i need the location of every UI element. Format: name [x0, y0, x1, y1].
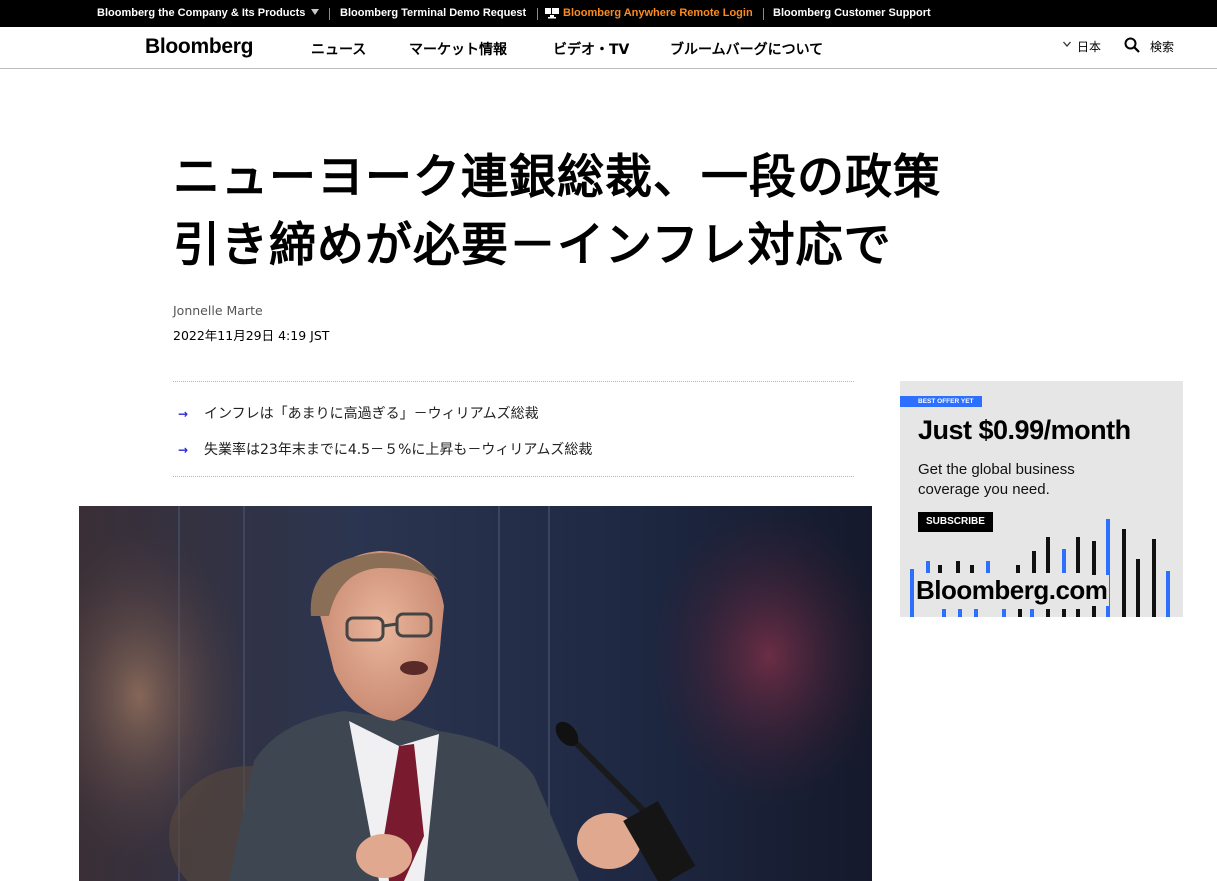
customer-support-link[interactable]: Bloomberg Customer Support [773, 0, 931, 27]
bullet-text: 失業率は23年末までに4.5－５%に上昇も－ウィリアムズ総裁 [204, 442, 593, 458]
nav-video-tv[interactable]: ビデオ・TV [553, 39, 629, 59]
terminal-demo-link[interactable]: Bloomberg Terminal Demo Request [340, 0, 526, 27]
caret-down-icon [311, 9, 320, 15]
top-utility-bar: Bloomberg the Company & Its Products Blo… [0, 0, 1217, 27]
ad-copy: Get the global business coverage you nee… [918, 461, 1075, 498]
company-products-link[interactable]: Bloomberg the Company & Its Products [97, 0, 320, 27]
author-byline[interactable]: Jonnelle Marte [173, 303, 263, 318]
article-hero-image [79, 506, 872, 881]
arrow-right-icon: → [178, 407, 189, 421]
anywhere-login-link[interactable]: Bloomberg Anywhere Remote Login [563, 0, 753, 27]
headline-line-2: 引き締めが必要－インフレ対応で [173, 218, 892, 273]
region-selector[interactable]: 日本 [1077, 38, 1101, 55]
terminal-icon [545, 8, 559, 19]
article-headline: ニューヨーク連銀総裁、一段の政策 引き締めが必要－インフレ対応で [173, 144, 1113, 280]
headline-line-1: ニューヨーク連銀総裁、一段の政策 [173, 150, 941, 205]
divider [173, 476, 854, 477]
arrow-right-icon: → [178, 443, 189, 457]
divider [173, 381, 854, 382]
publish-date: 2022年11月29日 4:19 JST [173, 328, 330, 343]
nav-about[interactable]: ブルームバーグについて [670, 39, 823, 59]
ad-price: Just $0.99/month [918, 415, 1131, 445]
ad-brand: Bloomberg.com [914, 575, 1110, 606]
divider [763, 8, 764, 20]
subscription-ad[interactable]: BEST OFFER YET Just $0.99/month Get the … [900, 381, 1183, 617]
search-button[interactable]: 検索 [1150, 38, 1174, 55]
bullet-text: インフレは「あまりに高過ぎる」－ウィリアムズ総裁 [204, 406, 539, 422]
company-products-label: Bloomberg the Company & Its Products [97, 7, 306, 19]
chevron-down-icon [1063, 41, 1071, 47]
search-icon[interactable] [1124, 37, 1140, 53]
nav-markets[interactable]: マーケット情報 [409, 39, 507, 59]
ad-badge: BEST OFFER YET [900, 396, 982, 407]
main-navigation: Bloomberg ニュース マーケット情報 ビデオ・TV ブルームバーグについ… [0, 27, 1217, 69]
nav-news[interactable]: ニュース [311, 39, 366, 59]
divider [537, 8, 538, 20]
divider [329, 8, 330, 20]
speaker-photo [79, 506, 872, 881]
summary-bullet: → インフレは「あまりに高過ぎる」－ウィリアムズ総裁 [178, 403, 539, 423]
summary-bullet: → 失業率は23年末までに4.5－５%に上昇も－ウィリアムズ総裁 [178, 439, 592, 459]
bloomberg-logo[interactable]: Bloomberg [145, 35, 253, 59]
